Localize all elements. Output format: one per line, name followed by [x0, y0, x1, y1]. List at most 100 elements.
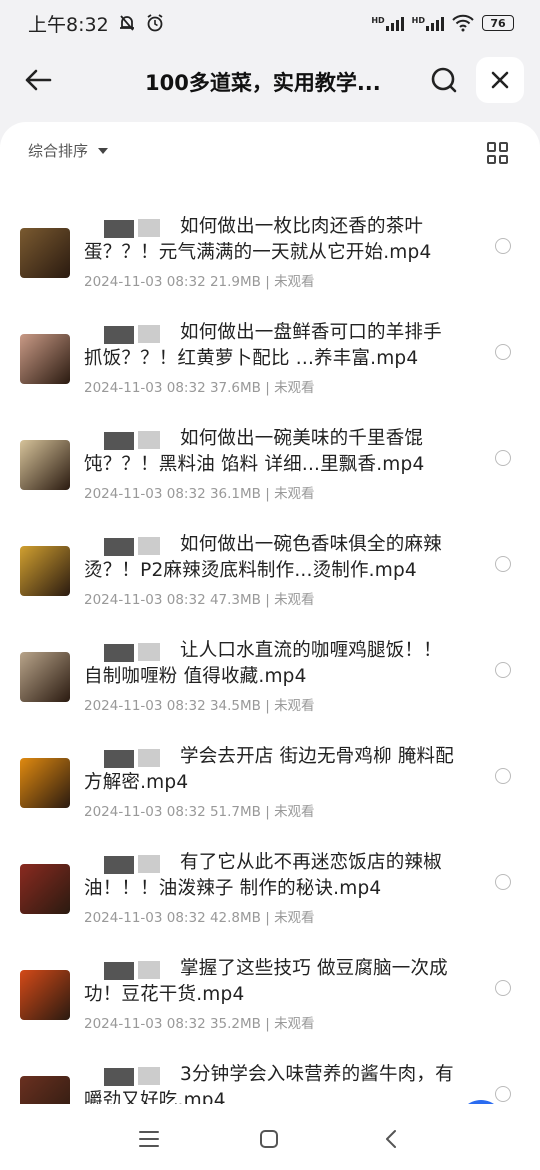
video-thumbnail [20, 1076, 70, 1104]
file-date: 2024-11-03 08:32 [84, 274, 206, 290]
watch-status: 未观看 [274, 486, 315, 502]
header: 100多道菜，实用教学... [0, 52, 540, 108]
file-meta: 2024-11-03 08:32 34.5MB | 未观看 [84, 698, 315, 714]
back-button[interactable] [20, 62, 56, 98]
grid-icon-cell [487, 154, 496, 164]
video-thumbnail [20, 758, 70, 808]
file-name: 让人口水直流的咖喱鸡腿饭！！自制咖喱粉 值得收藏.mp4 [84, 640, 442, 687]
watch-status: 未观看 [274, 1016, 315, 1032]
file-meta: 2024-11-03 08:32 21.9MB | 未观看 [84, 274, 315, 290]
file-name: 有了它从此不再迷恋饭店的辣椒油！！！油泼辣子 制作的秘诀.mp4 [84, 852, 442, 899]
sort-dropdown[interactable]: 综合排序 [28, 140, 109, 161]
battery-level: 76 [490, 16, 506, 30]
list-item[interactable]: 掌握了这些技巧 做豆腐脑一次成功！豆花干货.mp4 2024-11-03 08:3… [0, 958, 540, 1066]
file-list: 如何做出一枚比肉还香的茶叶蛋？？！元气满满的一天就从它开始.mp4 2024-11… [0, 216, 540, 1104]
status-left: 上午8:32 [28, 10, 165, 37]
close-icon [491, 71, 509, 89]
home-icon [260, 1130, 278, 1148]
watch-status: 未观看 [274, 804, 315, 820]
file-size: 47.3MB [209, 592, 261, 608]
clock: 上午8:32 [28, 13, 109, 36]
file-size: 42.8MB [209, 910, 261, 926]
file-name: 如何做出一碗美味的千里香馄饨？？！黑料油 馅料 详细...里飘香.mp4 [84, 428, 425, 475]
grid-icon-cell [499, 142, 508, 152]
sort-label: 综合排序 [28, 142, 89, 160]
mute-bell-icon [119, 15, 134, 31]
menu-button[interactable] [136, 1126, 162, 1152]
watch-status: 未观看 [274, 274, 315, 290]
file-list-panel: 综合排序 如何做出一枚比肉还香的茶叶蛋？？！元气满满的一天就从它开始.mp4 20… [0, 122, 540, 1104]
menu-icon [139, 1131, 159, 1147]
select-radio[interactable] [495, 556, 511, 572]
file-date: 2024-11-03 08:32 [84, 592, 206, 608]
video-thumbnail [20, 546, 70, 596]
video-thumbnail [20, 440, 70, 490]
video-thumbnail [20, 864, 70, 914]
file-meta: 2024-11-03 08:32 47.3MB | 未观看 [84, 592, 315, 608]
select-radio[interactable] [495, 1086, 511, 1102]
video-thumbnail [20, 334, 70, 384]
file-date: 2024-11-03 08:32 [84, 380, 206, 396]
file-size: 37.6MB [209, 380, 261, 396]
nav-back-button[interactable] [378, 1126, 404, 1152]
select-radio[interactable] [495, 450, 511, 466]
alarm-icon [147, 14, 163, 32]
file-name: 学会去开店 街边无骨鸡柳 腌料配方解密.mp4 [84, 746, 454, 793]
watch-status: 未观看 [274, 910, 315, 926]
list-item[interactable]: 如何做出一枚比肉还香的茶叶蛋？？！元气满满的一天就从它开始.mp4 2024-11… [0, 216, 540, 324]
grid-icon [487, 142, 496, 152]
file-name: 掌握了这些技巧 做豆腐脑一次成功！豆花干货.mp4 [84, 958, 448, 1005]
file-meta: 2024-11-03 08:32 51.7MB | 未观看 [84, 804, 315, 820]
file-size: 21.9MB [209, 274, 261, 290]
video-thumbnail [20, 652, 70, 702]
file-date: 2024-11-03 08:32 [84, 910, 206, 926]
file-name: 如何做出一盘鲜香可口的羊排手抓饭？？！红黄萝卜配比 ...养丰富.mp4 [84, 322, 442, 369]
list-item[interactable]: 如何做出一碗色香味俱全的麻辣烫？！P2麻辣烫底料制作...烫制作.mp4 2024… [0, 534, 540, 642]
status-bar: 上午8:32 HD HD 76 [0, 0, 540, 46]
file-date: 2024-11-03 08:32 [84, 1016, 206, 1032]
list-item[interactable]: 学会去开店 街边无骨鸡柳 腌料配方解密.mp4 2024-11-03 08:32 … [0, 746, 540, 854]
select-radio[interactable] [495, 768, 511, 784]
file-meta: 2024-11-03 08:32 35.2MB | 未观看 [84, 1016, 315, 1032]
system-nav-bar [0, 1104, 540, 1170]
search-button[interactable] [426, 62, 462, 98]
file-date: 2024-11-03 08:32 [84, 698, 206, 714]
select-radio[interactable] [495, 980, 511, 996]
select-radio[interactable] [495, 662, 511, 678]
file-size: 36.1MB [209, 486, 261, 502]
file-size: 35.2MB [209, 1016, 261, 1032]
file-name: 如何做出一碗色香味俱全的麻辣烫？！P2麻辣烫底料制作...烫制作.mp4 [84, 534, 442, 581]
signal-icon: HD [412, 16, 444, 31]
video-thumbnail [20, 228, 70, 278]
battery-icon: 76 [482, 15, 514, 31]
caret-down-icon [98, 147, 109, 154]
chevron-left-icon [386, 1130, 396, 1148]
file-meta: 2024-11-03 08:32 42.8MB | 未观看 [84, 910, 315, 926]
file-meta: 2024-11-03 08:32 36.1MB | 未观看 [84, 486, 315, 502]
list-item[interactable]: 让人口水直流的咖喱鸡腿饭！！自制咖喱粉 值得收藏.mp4 2024-11-03 0… [0, 640, 540, 748]
watch-status: 未观看 [274, 380, 315, 396]
file-name: 如何做出一枚比肉还香的茶叶蛋？？！元气满满的一天就从它开始.mp4 [84, 216, 432, 263]
list-item[interactable]: 3分钟学会入味营养的酱牛肉，有嚼劲又好吃.mp4 [0, 1064, 540, 1104]
arrow-left-icon [25, 69, 52, 91]
list-item[interactable]: 如何做出一盘鲜香可口的羊排手抓饭？？！红黄萝卜配比 ...养丰富.mp4 2024… [0, 322, 540, 430]
select-radio[interactable] [495, 874, 511, 890]
select-radio[interactable] [495, 238, 511, 254]
search-icon [431, 67, 457, 93]
page-title: 100多道菜，实用教学... [145, 71, 381, 95]
select-radio[interactable] [495, 344, 511, 360]
watch-status: 未观看 [274, 698, 315, 714]
file-name: 3分钟学会入味营养的酱牛肉，有嚼劲又好吃.mp4 [84, 1064, 454, 1104]
list-item[interactable]: 如何做出一碗美味的千里香馄饨？？！黑料油 馅料 详细...里飘香.mp4 2024… [0, 428, 540, 536]
signal-icon: HD [371, 16, 404, 31]
file-size: 51.7MB [209, 804, 261, 820]
file-meta: 2024-11-03 08:32 37.6MB | 未观看 [84, 380, 315, 396]
video-thumbnail [20, 970, 70, 1020]
home-button[interactable] [256, 1126, 282, 1152]
file-date: 2024-11-03 08:32 [84, 804, 206, 820]
status-right: HD HD 76 [371, 14, 514, 32]
watch-status: 未观看 [274, 592, 315, 608]
list-item[interactable]: 有了它从此不再迷恋饭店的辣椒油！！！油泼辣子 制作的秘诀.mp4 2024-11-… [0, 852, 540, 960]
grid-view-button[interactable] [487, 142, 509, 164]
close-button[interactable] [476, 57, 524, 103]
